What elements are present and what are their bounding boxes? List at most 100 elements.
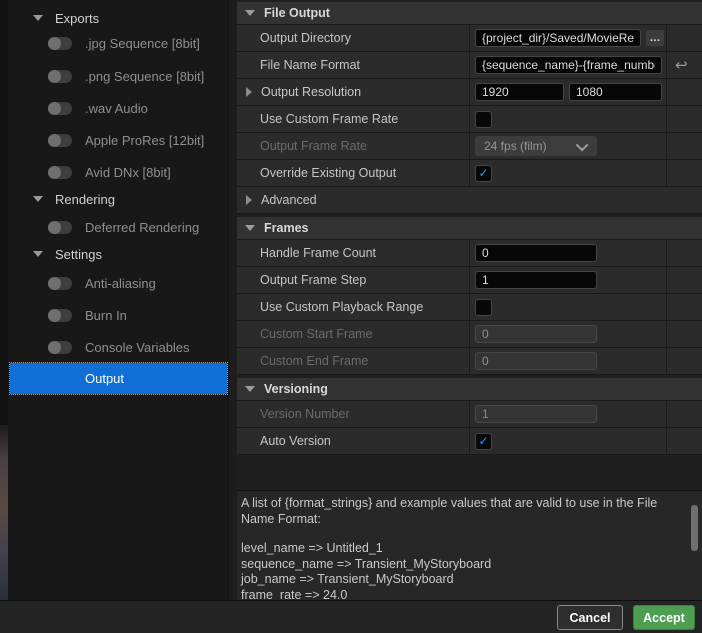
sidebar-item-label: Burn In [85, 307, 127, 323]
sidebar-item-label: .jpg Sequence [8bit] [85, 35, 200, 51]
help-text: A list of {format_strings} and example v… [241, 496, 658, 526]
property-label-disabled: Output Frame Rate [260, 139, 367, 153]
row-output-resolution: Output Resolution [237, 79, 702, 106]
check-icon: ✓ [478, 434, 489, 448]
property-label: Use Custom Playback Range [260, 300, 424, 314]
property-label: Handle Frame Count [260, 246, 377, 260]
sidebar-category-settings[interactable]: Settings [8, 242, 228, 266]
sidebar-item-label: .png Sequence [8bit] [85, 68, 205, 84]
sidebar-item-label: Deferred Rendering [85, 219, 200, 235]
help-text: job_name => Transient_MyStoryboard [241, 572, 454, 586]
property-label: Output Directory [260, 31, 352, 45]
toggle-off-icon[interactable] [48, 340, 72, 354]
toggle-off-icon[interactable] [48, 220, 72, 234]
row-advanced[interactable]: Advanced [237, 187, 702, 214]
property-label: Advanced [261, 193, 317, 207]
sidebar-item-label: Anti-aliasing [85, 275, 156, 291]
file-name-format-input[interactable] [475, 56, 662, 74]
handle-frame-count-input[interactable] [475, 244, 597, 262]
property-label: Use Custom Frame Rate [260, 112, 399, 126]
section-header-versioning[interactable]: Versioning [237, 378, 702, 401]
row-version-number: Version Number [237, 401, 702, 428]
help-text: frame_rate => 24.0 [241, 587, 348, 601]
chevron-down-icon [33, 251, 43, 257]
viewport-scene-sliver [0, 425, 8, 600]
frame-rate-dropdown[interactable]: 24 fps (film) [475, 136, 597, 156]
row-file-name-format: File Name Format ↩ [237, 52, 702, 79]
property-label: Output Resolution [261, 85, 362, 99]
sidebar-category-rendering[interactable]: Rendering [8, 187, 228, 211]
checkbox-unchecked[interactable] [475, 110, 492, 128]
sidebar-item-avid-dnx[interactable]: Avid DNx [8bit] [8, 156, 228, 188]
chevron-right-icon[interactable] [246, 87, 252, 97]
row-handle-frame-count: Handle Frame Count [237, 240, 702, 267]
section-header-frames[interactable]: Frames [237, 217, 702, 240]
checkbox-unchecked[interactable] [475, 298, 492, 316]
chevron-down-icon [245, 225, 255, 231]
toggle-off-icon[interactable] [48, 101, 72, 115]
toggle-off-icon[interactable] [48, 308, 72, 322]
property-label: File Name Format [260, 58, 361, 72]
category-label: Exports [55, 10, 100, 26]
property-label: Auto Version [260, 434, 331, 448]
accept-button[interactable]: Accept [633, 605, 695, 630]
sidebar-item-wav-audio[interactable]: .wav Audio [8, 92, 228, 124]
toggle-off-icon[interactable] [48, 133, 72, 147]
toggle-off-icon[interactable] [48, 36, 72, 50]
version-number-input [475, 405, 597, 423]
sidebar-item-label: Avid DNx [8bit] [85, 164, 171, 180]
browse-ellipsis-button[interactable]: … [645, 29, 665, 47]
checkbox-checked[interactable]: ✓ [475, 432, 492, 450]
row-use-custom-frame-rate: Use Custom Frame Rate [237, 106, 702, 133]
chevron-down-icon [245, 386, 255, 392]
sidebar-item-label: Console Variables [85, 339, 190, 355]
cancel-button[interactable]: Cancel [557, 605, 623, 630]
settings-sidebar: Exports .jpg Sequence [8bit] .png Sequen… [8, 0, 229, 600]
category-label: Settings [55, 246, 102, 262]
row-use-custom-playback-range: Use Custom Playback Range [237, 294, 702, 321]
section-title: Frames [264, 221, 309, 235]
row-auto-version: Auto Version ✓ [237, 428, 702, 455]
dropdown-value: 24 fps (film) [484, 139, 547, 153]
sidebar-item-label: .wav Audio [85, 100, 148, 116]
help-text: level_name => Untitled_1 [241, 541, 383, 555]
sidebar-item-jpg-sequence[interactable]: .jpg Sequence [8bit] [8, 27, 228, 59]
chevron-down-icon [575, 138, 589, 151]
custom-end-frame-input [475, 352, 597, 370]
section-title: File Output [264, 6, 330, 20]
sidebar-item-burn-in[interactable]: Burn In [8, 299, 228, 331]
toggle-off-icon[interactable] [48, 276, 72, 290]
output-frame-step-input[interactable] [475, 271, 597, 289]
row-output-frame-step: Output Frame Step [237, 267, 702, 294]
format-strings-help-box: A list of {format_strings} and example v… [237, 490, 702, 600]
toggle-off-icon[interactable] [48, 69, 72, 83]
row-custom-end-frame: Custom End Frame [237, 348, 702, 375]
check-icon: ✓ [478, 166, 489, 180]
row-override-existing-output: Override Existing Output ✓ [237, 160, 702, 187]
row-output-frame-rate: Output Frame Rate 24 fps (film) [237, 133, 702, 160]
sidebar-item-apple-prores[interactable]: Apple ProRes [12bit] [8, 124, 228, 156]
chevron-down-icon [245, 10, 255, 16]
row-output-directory: Output Directory … [237, 25, 702, 52]
sidebar-item-deferred-rendering[interactable]: Deferred Rendering [8, 211, 228, 243]
output-directory-input[interactable] [475, 29, 641, 47]
dialog-footer: Cancel Accept [0, 600, 702, 633]
reset-to-default-icon[interactable]: ↩ [675, 58, 688, 73]
sidebar-item-label: Apple ProRes [12bit] [85, 132, 205, 148]
category-label: Rendering [55, 191, 115, 207]
section-header-file-output[interactable]: File Output [237, 2, 702, 25]
toggle-off-icon[interactable] [48, 165, 72, 179]
sidebar-item-anti-aliasing[interactable]: Anti-aliasing [8, 267, 228, 299]
custom-start-frame-input [475, 325, 597, 343]
checkbox-checked[interactable]: ✓ [475, 164, 492, 182]
chevron-down-icon [33, 15, 43, 21]
resolution-width-input[interactable] [475, 83, 564, 101]
resolution-height-input[interactable] [569, 83, 662, 101]
property-label-disabled: Custom End Frame [260, 354, 369, 368]
output-settings-panel: File Output Output Directory … File Name… [237, 0, 702, 600]
scrollbar-thumb[interactable] [691, 505, 698, 551]
sidebar-item-output-selected[interactable]: Output [9, 362, 228, 395]
help-text: sequence_name => Transient_MyStoryboard [241, 556, 492, 571]
sidebar-item-png-sequence[interactable]: .png Sequence [8bit] [8, 60, 228, 92]
sidebar-item-console-variables[interactable]: Console Variables [8, 331, 228, 363]
